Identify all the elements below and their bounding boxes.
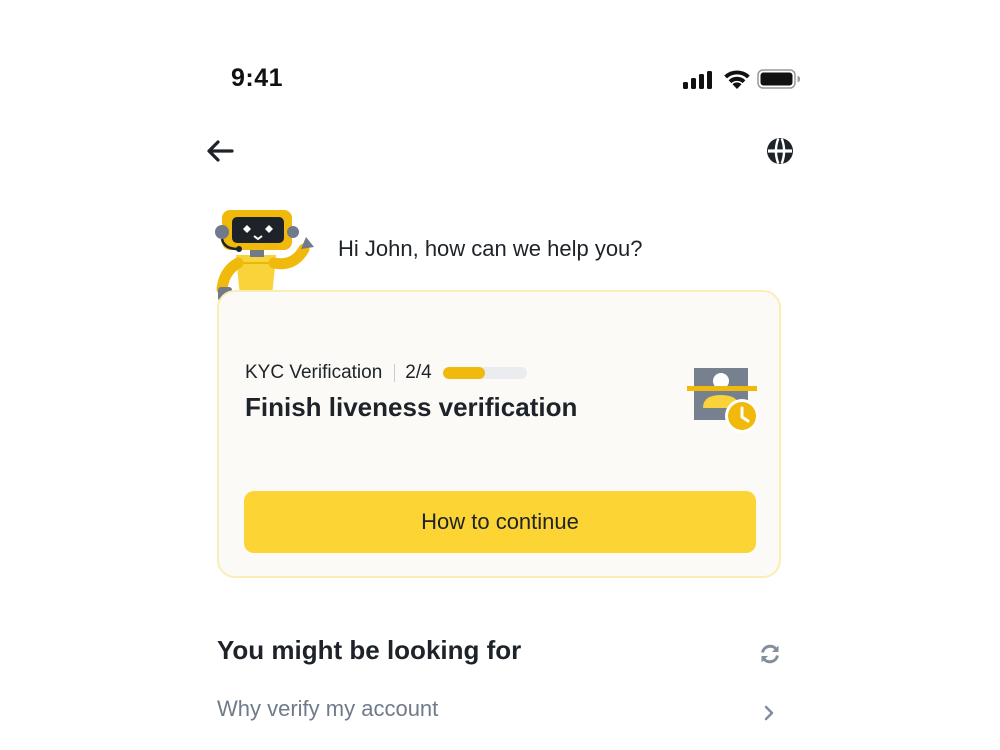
wifi-icon bbox=[724, 70, 750, 89]
battery-icon bbox=[757, 69, 800, 89]
kyc-divider bbox=[394, 364, 396, 382]
kyc-title: Finish liveness verification bbox=[245, 392, 578, 422]
help-center-screen: 9:41 Hi John, how can we help you? KYC V… bbox=[0, 0, 1000, 750]
status-icons bbox=[683, 68, 803, 92]
signal-icon bbox=[683, 71, 712, 89]
chevron-right-icon bbox=[764, 705, 774, 721]
globe-icon bbox=[767, 138, 793, 164]
kyc-card: KYC Verification 2/4 Finish liveness ver… bbox=[217, 290, 781, 578]
kyc-label: KYC Verification bbox=[245, 362, 383, 383]
language-button[interactable] bbox=[764, 135, 796, 167]
greeting-text: Hi John, how can we help you? bbox=[338, 236, 643, 261]
kyc-step: 2/4 bbox=[405, 362, 432, 383]
kyc-progress-bar bbox=[442, 367, 527, 379]
id-card-clock-icon bbox=[687, 368, 759, 433]
status-time: 9:41 bbox=[231, 64, 284, 92]
refresh-icon bbox=[761, 644, 779, 664]
refresh-suggestions-button[interactable] bbox=[758, 642, 782, 666]
kyc-progress-fill bbox=[442, 367, 485, 379]
back-button[interactable] bbox=[203, 135, 237, 167]
arrow-left-icon bbox=[207, 140, 234, 162]
suggestions-title: You might be looking for bbox=[217, 635, 522, 665]
kyc-meta: KYC Verification 2/4 bbox=[245, 362, 527, 384]
how-to-continue-button[interactable]: How to continue bbox=[244, 491, 756, 553]
suggestion-item[interactable]: Why verify my account bbox=[217, 692, 783, 732]
suggestion-label: Why verify my account bbox=[217, 696, 439, 721]
